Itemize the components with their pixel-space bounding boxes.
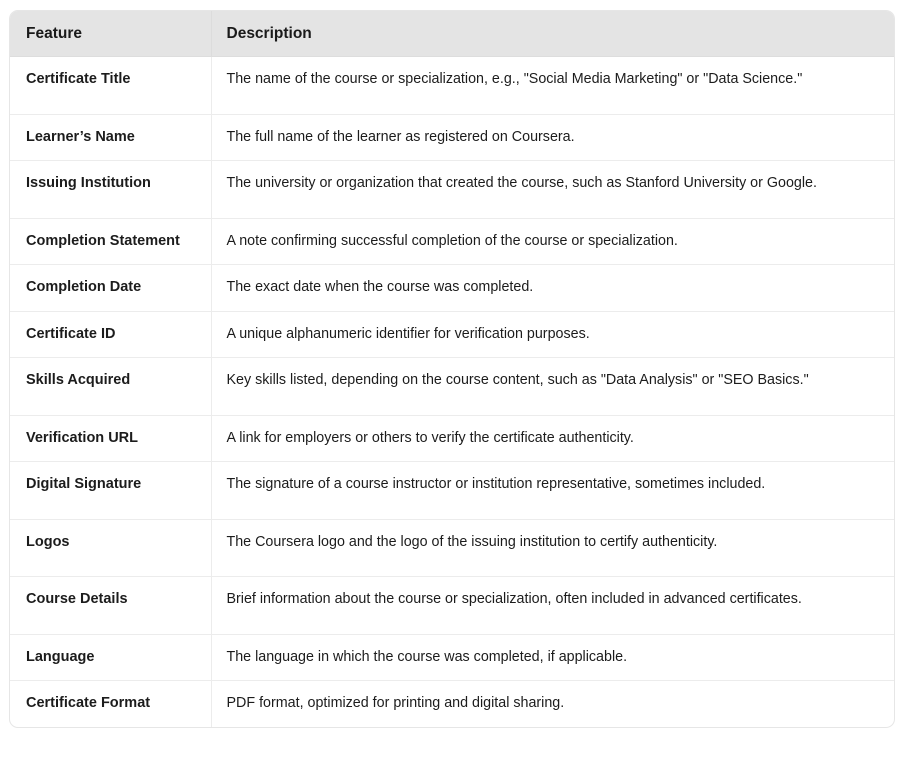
table-row: Issuing Institution The university or org… [10,160,894,219]
feature-cell: Certificate Format [10,680,212,727]
feature-description-table-container: Feature Description Certificate Title The… [9,10,895,728]
feature-description-table: Feature Description Certificate Title The… [10,11,894,727]
table-header-row: Feature Description [10,11,894,58]
table-row: Verification URL A link for employers or … [10,414,894,462]
feature-cell: Verification URL [10,414,212,462]
feature-cell: Language [10,633,212,681]
feature-cell: Learner’s Name [10,113,212,161]
feature-cell: Issuing Institution [10,160,212,219]
feature-cell: Completion Statement [10,217,212,265]
description-cell: Brief information about the course or sp… [211,576,894,635]
description-cell: A note confirming successful completion … [211,217,894,265]
feature-cell: Logos [10,518,212,577]
description-cell: The language in which the course was com… [211,633,894,681]
table-row: Completion Date The exact date when the c… [10,264,894,312]
column-header-feature: Feature [10,11,211,58]
description-cell: A link for employers or others to verify… [211,414,894,462]
table-body: Certificate Title The name of the course … [10,56,894,727]
description-cell: A unique alphanumeric identifier for ver… [211,310,894,358]
description-cell: The full name of the learner as register… [211,113,894,161]
description-cell: The Coursera logo and the logo of the is… [211,518,894,577]
table-header: Feature Description [10,11,894,58]
feature-cell: Digital Signature [10,461,212,520]
feature-cell: Certificate ID [10,310,212,358]
table-row: Certificate Title The name of the course … [10,56,894,115]
description-cell: PDF format, optimized for printing and d… [211,680,894,727]
table-row: Logos The Coursera logo and the logo of t… [10,518,894,577]
description-cell: The signature of a course instructor or … [211,461,894,520]
feature-cell: Certificate Title [10,56,212,115]
feature-cell: Course Details [10,576,212,635]
column-header-description: Description [210,11,894,58]
table-row: Certificate Format PDF format, optimized … [10,680,894,727]
table-row: Certificate ID A unique alphanumeric iden… [10,310,894,358]
table-row: Digital Signature The signature of a cour… [10,461,894,520]
feature-cell: Skills Acquired [10,357,212,416]
table-row: Language The language in which the course… [10,633,894,681]
description-cell: The exact date when the course was compl… [211,264,894,312]
description-cell: The university or organization that crea… [211,160,894,219]
feature-cell: Completion Date [10,264,212,312]
table-row: Skills Acquired Key skills listed, depend… [10,357,894,416]
table-row: Course Details Brief information about th… [10,576,894,635]
description-cell: The name of the course or specialization… [226,71,803,88]
description-cell: Key skills listed, depending on the cour… [211,357,894,416]
table-row: Completion Statement A note confirming su… [10,217,894,265]
table-row: Learner’s Name The full name of the learn… [10,113,894,161]
